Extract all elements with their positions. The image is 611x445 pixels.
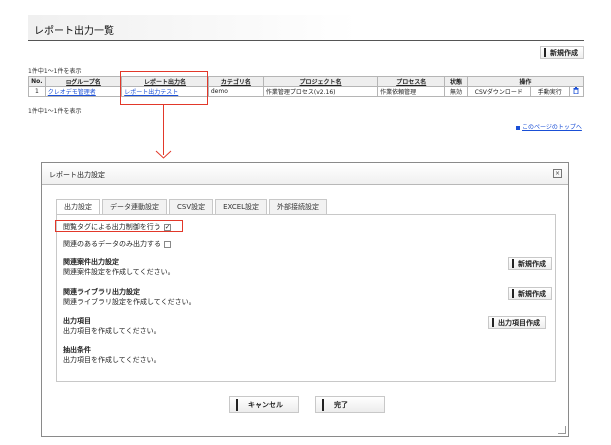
done-button[interactable]: 完了 xyxy=(315,396,385,413)
table-header-row: No. ⊟グループ名 レポート出力名 カテゴリ名 プロジェクト名 プロセス名 状… xyxy=(28,76,585,87)
manual-run-action[interactable]: 手動実行 xyxy=(529,86,570,97)
report-table: No. ⊟グループ名 レポート出力名 カテゴリ名 プロジェクト名 プロセス名 状… xyxy=(28,76,585,97)
related-case-title: 関連案件出力設定 xyxy=(63,258,119,266)
output-items-desc: 出力項目を作成してください。 xyxy=(63,327,161,335)
extract-title: 抽出条件 xyxy=(63,346,91,354)
col-category[interactable]: カテゴリ名 xyxy=(207,76,264,87)
result-count-bottom: 1件中1～1件を表示 xyxy=(28,108,82,115)
output-items-title: 出力項目 xyxy=(63,317,91,325)
new-report-button-label: 新規作成 xyxy=(550,48,578,57)
col-group[interactable]: ⊟グループ名 xyxy=(44,76,123,87)
related-library-new-label: 新規作成 xyxy=(518,289,546,298)
page-top-link-label: このページのトップへ xyxy=(522,124,582,131)
related-library-desc: 関連ライブラリ設定を作成してください。 xyxy=(63,298,196,306)
settings-tabs: 出力設定 データ連動設定 CSV設定 EXCEL設定 外部接続設定 xyxy=(56,199,328,215)
col-process[interactable]: プロセス名 xyxy=(377,76,446,87)
cell-group: クレオデモ管理者 xyxy=(44,86,123,97)
dialog-title: レポート出力設定 xyxy=(49,171,105,179)
csv-download-action[interactable]: CSVダウンロード xyxy=(466,86,531,97)
highlight-box-report-link xyxy=(120,71,208,105)
close-icon[interactable]: × xyxy=(553,169,562,178)
table-row: 1 クレオデモ管理者 レポート出力テスト demo 作業管理プロセス(v2.16… xyxy=(28,86,585,97)
delete-cell xyxy=(568,86,585,97)
cell-category: demo xyxy=(207,86,264,97)
page-title: レポート出力一覧 xyxy=(34,26,114,37)
output-items-create-button[interactable]: 出力項目作成 xyxy=(488,316,546,329)
cell-project: 作業管理プロセス(v2.16) xyxy=(262,86,379,97)
button-bar-icon xyxy=(322,398,324,411)
highlight-box-browse-tag xyxy=(55,220,183,232)
button-bar-icon xyxy=(512,259,514,268)
button-bar-icon xyxy=(492,318,494,327)
related-case-desc: 関連案件設定を作成してください。 xyxy=(63,268,175,276)
page-top-link[interactable]: このページのトップへ xyxy=(516,122,582,131)
related-library-title: 関連ライブラリ出力設定 xyxy=(63,288,140,296)
tab-output-settings[interactable]: 出力設定 xyxy=(56,199,100,215)
tab-data-link-settings[interactable]: データ連動設定 xyxy=(102,199,167,214)
arrow-line xyxy=(163,105,164,155)
resize-grip-icon[interactable] xyxy=(558,426,566,434)
related-library-new-button[interactable]: 新規作成 xyxy=(508,287,552,300)
done-button-label: 完了 xyxy=(334,400,348,409)
col-project[interactable]: プロジェクト名 xyxy=(262,76,379,87)
related-only-label: 関連のあるデータのみ出力する xyxy=(63,240,161,248)
arrow-head-icon xyxy=(155,150,172,159)
cell-status: 無効 xyxy=(444,86,468,97)
output-items-create-label: 出力項目作成 xyxy=(498,318,540,327)
dialog-header: レポート出力設定 × xyxy=(42,163,568,185)
trash-icon[interactable] xyxy=(573,87,579,95)
related-only-option: 関連のあるデータのみ出力する xyxy=(63,239,171,249)
button-bar-icon xyxy=(236,398,238,411)
cell-no: 1 xyxy=(28,86,46,97)
related-only-checkbox[interactable] xyxy=(164,240,171,248)
tab-csv-settings[interactable]: CSV設定 xyxy=(169,199,214,214)
group-link[interactable]: クレオデモ管理者 xyxy=(48,89,96,96)
col-actions: 操作 xyxy=(466,76,585,87)
output-settings-panel: 閲覧タグによる出力制御を行う 関連のあるデータのみ出力する 関連案件出力設定 関… xyxy=(56,214,556,382)
related-case-new-button[interactable]: 新規作成 xyxy=(508,257,552,270)
result-count-top: 1件中1～1件を表示 xyxy=(28,68,82,75)
new-report-button[interactable]: 新規作成 xyxy=(540,46,584,59)
button-bar-icon xyxy=(512,289,514,298)
page-title-bar: レポート出力一覧 xyxy=(28,15,584,41)
cancel-button[interactable]: キャンセル xyxy=(229,396,299,413)
tab-external-settings[interactable]: 外部接続設定 xyxy=(269,199,328,214)
button-bar-icon xyxy=(544,48,546,57)
cell-process: 作業依頼管理 xyxy=(377,86,446,97)
extract-desc: 出力項目を作成してください。 xyxy=(63,356,161,364)
related-case-new-label: 新規作成 xyxy=(518,259,546,268)
report-settings-dialog: レポート出力設定 × 出力設定 データ連動設定 CSV設定 EXCEL設定 外部… xyxy=(41,162,569,437)
col-no: No. xyxy=(28,76,46,87)
square-icon xyxy=(516,125,520,130)
col-status: 状態 xyxy=(444,76,468,87)
tab-excel-settings[interactable]: EXCEL設定 xyxy=(215,199,268,214)
cancel-button-label: キャンセル xyxy=(248,400,283,409)
